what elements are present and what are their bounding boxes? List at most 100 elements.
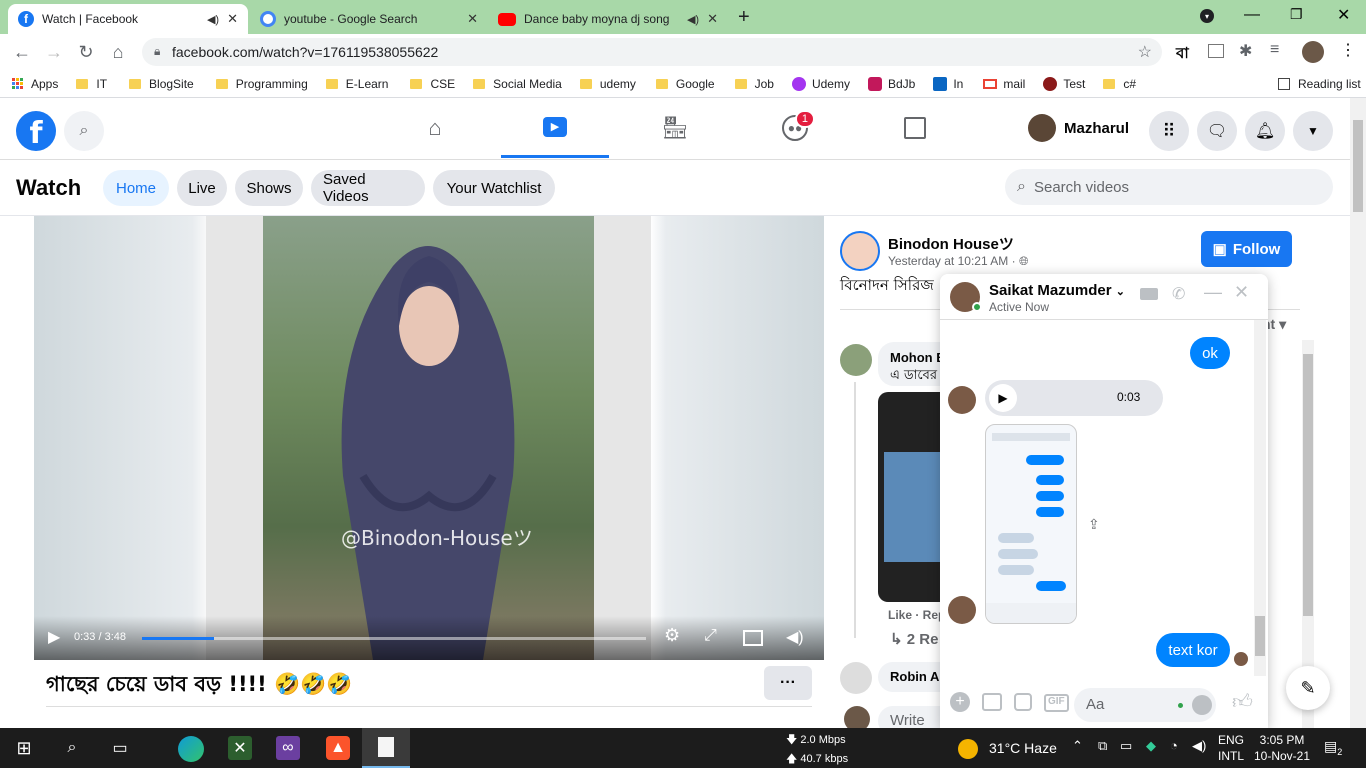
notifications-bell-icon[interactable]: 🔔︎: [1245, 111, 1285, 151]
commenter-avatar[interactable]: [840, 344, 872, 376]
weather-text[interactable]: 31°C Haze: [989, 740, 1057, 756]
clock[interactable]: 3:05 PM 10-Nov-21: [1254, 732, 1310, 764]
app-x-icon[interactable]: ✕: [228, 736, 252, 760]
browser-tab-google[interactable]: youtube - Google Search ✕: [250, 4, 488, 34]
media-queue-icon[interactable]: ≡: [1270, 41, 1279, 59]
battery-icon[interactable]: ▭: [1120, 738, 1132, 754]
add-attachment-icon[interactable]: +: [950, 692, 970, 712]
shield-icon[interactable]: ◆: [1146, 738, 1156, 754]
phone-call-icon[interactable]: ✆: [1172, 284, 1185, 304]
page-scrollbar[interactable]: [1350, 98, 1366, 728]
new-message-icon[interactable]: ✎: [1286, 666, 1330, 710]
home-icon[interactable]: ⌂: [102, 36, 134, 68]
tab-watchlist[interactable]: Your Watchlist: [433, 170, 555, 206]
close-tab-icon[interactable]: ✕: [227, 11, 238, 27]
settings-gear-icon[interactable]: ⚙: [664, 625, 680, 646]
video-progress-bar[interactable]: [142, 637, 646, 640]
tab-home[interactable]: Home: [103, 170, 169, 206]
bookmark-star-icon[interactable]: ☆: [1138, 42, 1152, 62]
reload-icon[interactable]: ↻: [70, 36, 102, 68]
bookmark-udemy-folder[interactable]: udemy: [579, 77, 636, 91]
bookmark-job[interactable]: Job: [734, 77, 774, 91]
facebook-logo-icon[interactable]: f: [16, 111, 56, 151]
speaker-icon[interactable]: ◀): [207, 13, 219, 26]
forward-icon[interactable]: →: [38, 36, 70, 68]
bookmark-mail[interactable]: mail: [983, 77, 1025, 91]
tray-chevron-up-icon[interactable]: ⌃: [1072, 738, 1083, 754]
restore-window-icon[interactable]: ❐: [1290, 6, 1303, 23]
search-icon[interactable]: ⌕: [64, 111, 104, 151]
speaker-icon[interactable]: ◀): [687, 13, 699, 26]
bookmark-elearn[interactable]: E-Learn: [325, 77, 388, 91]
new-tab-button[interactable]: +: [738, 6, 750, 29]
video-call-icon[interactable]: [1140, 288, 1158, 300]
fullscreen-expand-icon[interactable]: ⤢: [704, 627, 717, 645]
reading-list[interactable]: Reading list: [1278, 77, 1361, 91]
bookmark-it[interactable]: IT: [76, 77, 107, 91]
back-icon[interactable]: ←: [6, 36, 38, 68]
bookmark-test[interactable]: Test: [1043, 76, 1085, 91]
profile-shortcut[interactable]: Mazharul: [1028, 110, 1129, 146]
browser-tab-youtube[interactable]: Dance baby moyna dj song ◀) ✕: [488, 4, 728, 34]
commenter-name[interactable]: Robin Ah: [890, 669, 947, 684]
nav-gaming-icon[interactable]: [861, 98, 969, 158]
profile-avatar[interactable]: [1302, 41, 1324, 63]
bookmark-csharp[interactable]: c#: [1103, 77, 1136, 91]
thumbs-up-icon[interactable]: 👍︎: [1232, 690, 1253, 714]
minimize-chat-icon[interactable]: —: [1204, 282, 1222, 303]
minimize-window-icon[interactable]: —: [1244, 6, 1260, 24]
sticker-icon[interactable]: [1014, 693, 1032, 711]
video-player[interactable]: @Binodon-Houseツ ▶ 0:33 / 3:48 ⚙ ⤢ ◀): [34, 216, 824, 660]
image-message-screenshot[interactable]: [985, 424, 1077, 624]
page-avatar[interactable]: [840, 231, 880, 271]
extensions-puzzle-icon[interactable]: ✱: [1239, 41, 1252, 61]
audio-play-icon[interactable]: ▶: [989, 384, 1017, 412]
search-icon[interactable]: ⌕: [60, 736, 84, 760]
audio-message[interactable]: ▶ 0:03: [985, 380, 1163, 416]
tab-search-icon[interactable]: ▾: [1200, 9, 1214, 23]
extension-window-icon[interactable]: [1208, 44, 1224, 58]
bookmark-programming[interactable]: Programming: [215, 77, 308, 91]
close-window-icon[interactable]: ✕: [1337, 5, 1350, 25]
bookmark-linkedin[interactable]: In: [933, 76, 963, 91]
bookmark-cse[interactable]: CSE: [410, 77, 455, 91]
tab-shows[interactable]: Shows: [235, 170, 303, 206]
emoji-icon[interactable]: [1192, 695, 1212, 715]
tab-live[interactable]: Live: [177, 170, 227, 206]
windows-start-icon[interactable]: ⊞: [12, 736, 36, 760]
visual-studio-icon[interactable]: ∞: [276, 736, 300, 760]
edge-browser-icon[interactable]: [178, 736, 204, 762]
follow-button[interactable]: ▣ Follow: [1201, 231, 1292, 267]
close-chat-icon[interactable]: ✕: [1234, 282, 1249, 303]
bookmark-bdjb[interactable]: BdJb: [867, 76, 915, 91]
play-icon[interactable]: ▶: [48, 627, 60, 647]
message-input[interactable]: Aa: [1074, 688, 1216, 722]
picture-in-picture-icon[interactable]: [743, 630, 763, 646]
action-center-icon[interactable]: ▤2: [1324, 738, 1342, 757]
comment-actions[interactable]: Like · Rep: [888, 608, 945, 622]
weather-sun-icon[interactable]: [958, 739, 978, 759]
account-dropdown-icon[interactable]: ▼: [1293, 111, 1333, 151]
commenter-name[interactable]: Mohon B: [890, 350, 946, 365]
chrome-menu-icon[interactable]: ⋮: [1340, 40, 1356, 60]
menu-grid-icon[interactable]: ⠿: [1149, 111, 1189, 151]
contact-name[interactable]: Saikat Mazumder ⌄: [989, 282, 1125, 299]
tray-icon[interactable]: ⧉: [1098, 738, 1107, 754]
task-view-icon[interactable]: ▭: [108, 736, 132, 760]
nav-groups-icon[interactable]: ●● 1: [741, 98, 849, 158]
bookmark-blogsite[interactable]: BlogSite: [129, 77, 194, 91]
volume-icon[interactable]: ◀): [786, 627, 804, 647]
nav-home-icon[interactable]: ⌂: [381, 98, 489, 158]
close-tab-icon[interactable]: ✕: [707, 11, 718, 27]
comment-screenshot-image[interactable]: [878, 392, 940, 602]
view-replies-link[interactable]: ↳ 2 Re: [890, 630, 938, 648]
nav-marketplace-icon[interactable]: 🏪︎: [621, 98, 729, 158]
nav-watch-icon[interactable]: ▶: [501, 98, 609, 158]
volume-icon[interactable]: ◀): [1192, 738, 1206, 754]
more-options-button[interactable]: ···: [764, 666, 812, 700]
share-icon[interactable]: ⇪: [1088, 516, 1100, 533]
chat-scrollbar[interactable]: [1254, 320, 1266, 676]
close-tab-icon[interactable]: ✕: [467, 11, 478, 27]
taskbar-active-app[interactable]: [362, 728, 410, 768]
bookmark-apps[interactable]: Apps: [12, 77, 58, 91]
